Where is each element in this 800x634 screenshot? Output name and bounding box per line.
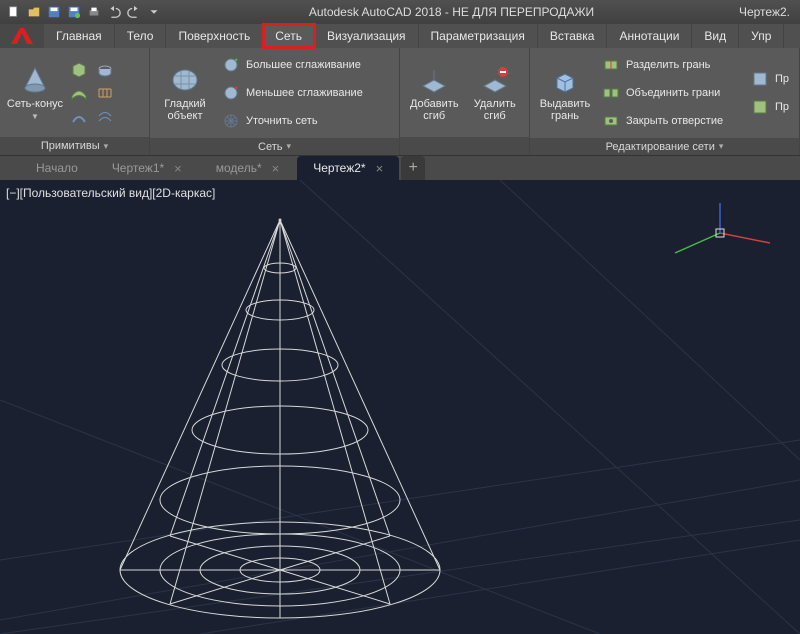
more-smooth-button[interactable]: Большее сглаживание bbox=[218, 52, 393, 78]
cone-icon bbox=[19, 64, 51, 96]
pr-button-1[interactable]: Пр bbox=[747, 66, 793, 92]
menu-tab-manage[interactable]: Упр bbox=[739, 24, 784, 48]
app-title: Autodesk AutoCAD 2018 - НЕ ДЛЯ ПЕРЕПРОДА… bbox=[164, 5, 739, 19]
refine-mesh-icon bbox=[222, 112, 240, 130]
menu-tab-parametric[interactable]: Параметризация bbox=[419, 24, 538, 48]
extrude-face-button[interactable]: Выдавить грань bbox=[534, 50, 596, 136]
menu-tab-view[interactable]: Вид bbox=[692, 24, 739, 48]
del-fold-icon bbox=[479, 64, 511, 96]
merge-face-icon bbox=[602, 84, 620, 102]
chevron-down-icon: ▾ bbox=[104, 141, 109, 152]
menu-tab-insert[interactable]: Вставка bbox=[538, 24, 608, 48]
menu-tab-annotate[interactable]: Аннотации bbox=[607, 24, 692, 48]
ribbon-panel-primitives: Сеть-конус ▼ Примитивы ▾ bbox=[0, 48, 150, 155]
chevron-down-icon: ▼ bbox=[31, 112, 39, 121]
menu-tab-home[interactable]: Главная bbox=[44, 24, 115, 48]
mesh-edge-icon[interactable] bbox=[68, 106, 90, 128]
refine-mesh-button[interactable]: Уточнить сеть bbox=[218, 108, 393, 134]
document-tabs: Начало Чертеж1* × модель* × Чертеж2* × + bbox=[0, 156, 800, 180]
doc-tab-start[interactable]: Начало bbox=[20, 156, 94, 180]
mesh-revolved-icon[interactable] bbox=[94, 58, 116, 80]
quick-access-toolbar: Autodesk AutoCAD 2018 - НЕ ДЛЯ ПЕРЕПРОДА… bbox=[0, 0, 800, 24]
viewport[interactable]: [−][Пользовательский вид][2D-каркас] bbox=[0, 180, 800, 634]
close-icon[interactable]: × bbox=[174, 161, 182, 176]
menu-tab-mesh[interactable]: Сеть bbox=[263, 24, 315, 48]
smooth-less-icon bbox=[222, 84, 240, 102]
chevron-down-icon: ▾ bbox=[719, 141, 724, 152]
viewport-label[interactable]: [−][Пользовательский вид][2D-каркас] bbox=[6, 186, 215, 200]
smooth-more-icon bbox=[222, 56, 240, 74]
pr-button-2[interactable]: Пр bbox=[747, 94, 793, 120]
extrude-face-icon bbox=[549, 64, 581, 96]
panel-title-primitives[interactable]: Примитивы ▾ bbox=[0, 137, 149, 155]
menu-row: Главная Тело Поверхность Сеть Визуализац… bbox=[0, 24, 800, 48]
app-logo[interactable] bbox=[0, 24, 44, 48]
qat-undo-icon[interactable] bbox=[105, 3, 123, 21]
smooth-object-button[interactable]: Гладкий объект bbox=[154, 50, 216, 136]
view-axis-gizmo[interactable] bbox=[660, 198, 780, 278]
doc-tab-1[interactable]: Чертеж1* × bbox=[96, 156, 198, 180]
qat-print-icon[interactable] bbox=[85, 3, 103, 21]
menu-tab-surface[interactable]: Поверхность bbox=[166, 24, 263, 48]
qat-save-icon[interactable] bbox=[45, 3, 63, 21]
smooth-object-icon bbox=[169, 64, 201, 96]
smooth-object-label: Гладкий объект bbox=[164, 98, 205, 122]
menu-tab-visualize[interactable]: Визуализация bbox=[315, 24, 419, 48]
add-tab-button[interactable]: + bbox=[401, 156, 425, 180]
split-face-icon bbox=[602, 56, 620, 74]
close-hole-icon bbox=[602, 112, 620, 130]
del-fold-button[interactable]: Удалить сгиб bbox=[465, 50, 526, 135]
convert-icon bbox=[751, 70, 769, 88]
mesh-tabulated-icon[interactable] bbox=[94, 106, 116, 128]
panel-title-mesh[interactable]: Сеть ▾ bbox=[150, 138, 399, 155]
mesh-surface-icon[interactable] bbox=[68, 82, 90, 104]
panel-title-fold bbox=[400, 137, 529, 155]
add-fold-icon bbox=[418, 64, 450, 96]
qat-new-icon[interactable] bbox=[5, 3, 23, 21]
doc-tab-3[interactable]: Чертеж2* × bbox=[297, 156, 399, 180]
qat-open-icon[interactable] bbox=[25, 3, 43, 21]
ribbon-panel-mesh: Гладкий объект Большее сглаживание Меньш… bbox=[150, 48, 400, 155]
less-smooth-button[interactable]: Меньшее сглаживание bbox=[218, 80, 393, 106]
merge-face-button[interactable]: Объединить грани bbox=[598, 80, 743, 106]
mesh-cone-button[interactable]: Сеть-конус ▼ bbox=[4, 50, 66, 135]
add-fold-button[interactable]: Добавить сгиб bbox=[404, 50, 465, 135]
mesh-cone-label: Сеть-конус bbox=[7, 98, 63, 110]
close-icon[interactable]: × bbox=[376, 161, 384, 176]
qat-redo-icon[interactable] bbox=[125, 3, 143, 21]
doc-tab-2[interactable]: модель* × bbox=[200, 156, 295, 180]
close-hole-button[interactable]: Закрыть отверстие bbox=[598, 108, 743, 134]
ribbon: Сеть-конус ▼ Примитивы ▾ bbox=[0, 48, 800, 156]
qat-dropdown-icon[interactable] bbox=[145, 3, 163, 21]
convert-icon bbox=[751, 98, 769, 116]
mesh-box-icon[interactable] bbox=[68, 58, 90, 80]
ribbon-panel-fold: Добавить сгиб Удалить сгиб bbox=[400, 48, 530, 155]
qat-saveas-icon[interactable] bbox=[65, 3, 83, 21]
ribbon-panel-edit: Выдавить грань Разделить грань Объединит… bbox=[530, 48, 800, 155]
chevron-down-icon: ▾ bbox=[286, 141, 291, 152]
menu-tab-solid[interactable]: Тело bbox=[115, 24, 167, 48]
close-icon[interactable]: × bbox=[272, 161, 280, 176]
mesh-ruled-icon[interactable] bbox=[94, 82, 116, 104]
app-docname: Чертеж2. bbox=[739, 5, 796, 19]
wireframe-cone bbox=[100, 200, 460, 630]
split-face-button[interactable]: Разделить грань bbox=[598, 52, 743, 78]
panel-title-edit[interactable]: Редактирование сети ▾ bbox=[530, 138, 799, 155]
